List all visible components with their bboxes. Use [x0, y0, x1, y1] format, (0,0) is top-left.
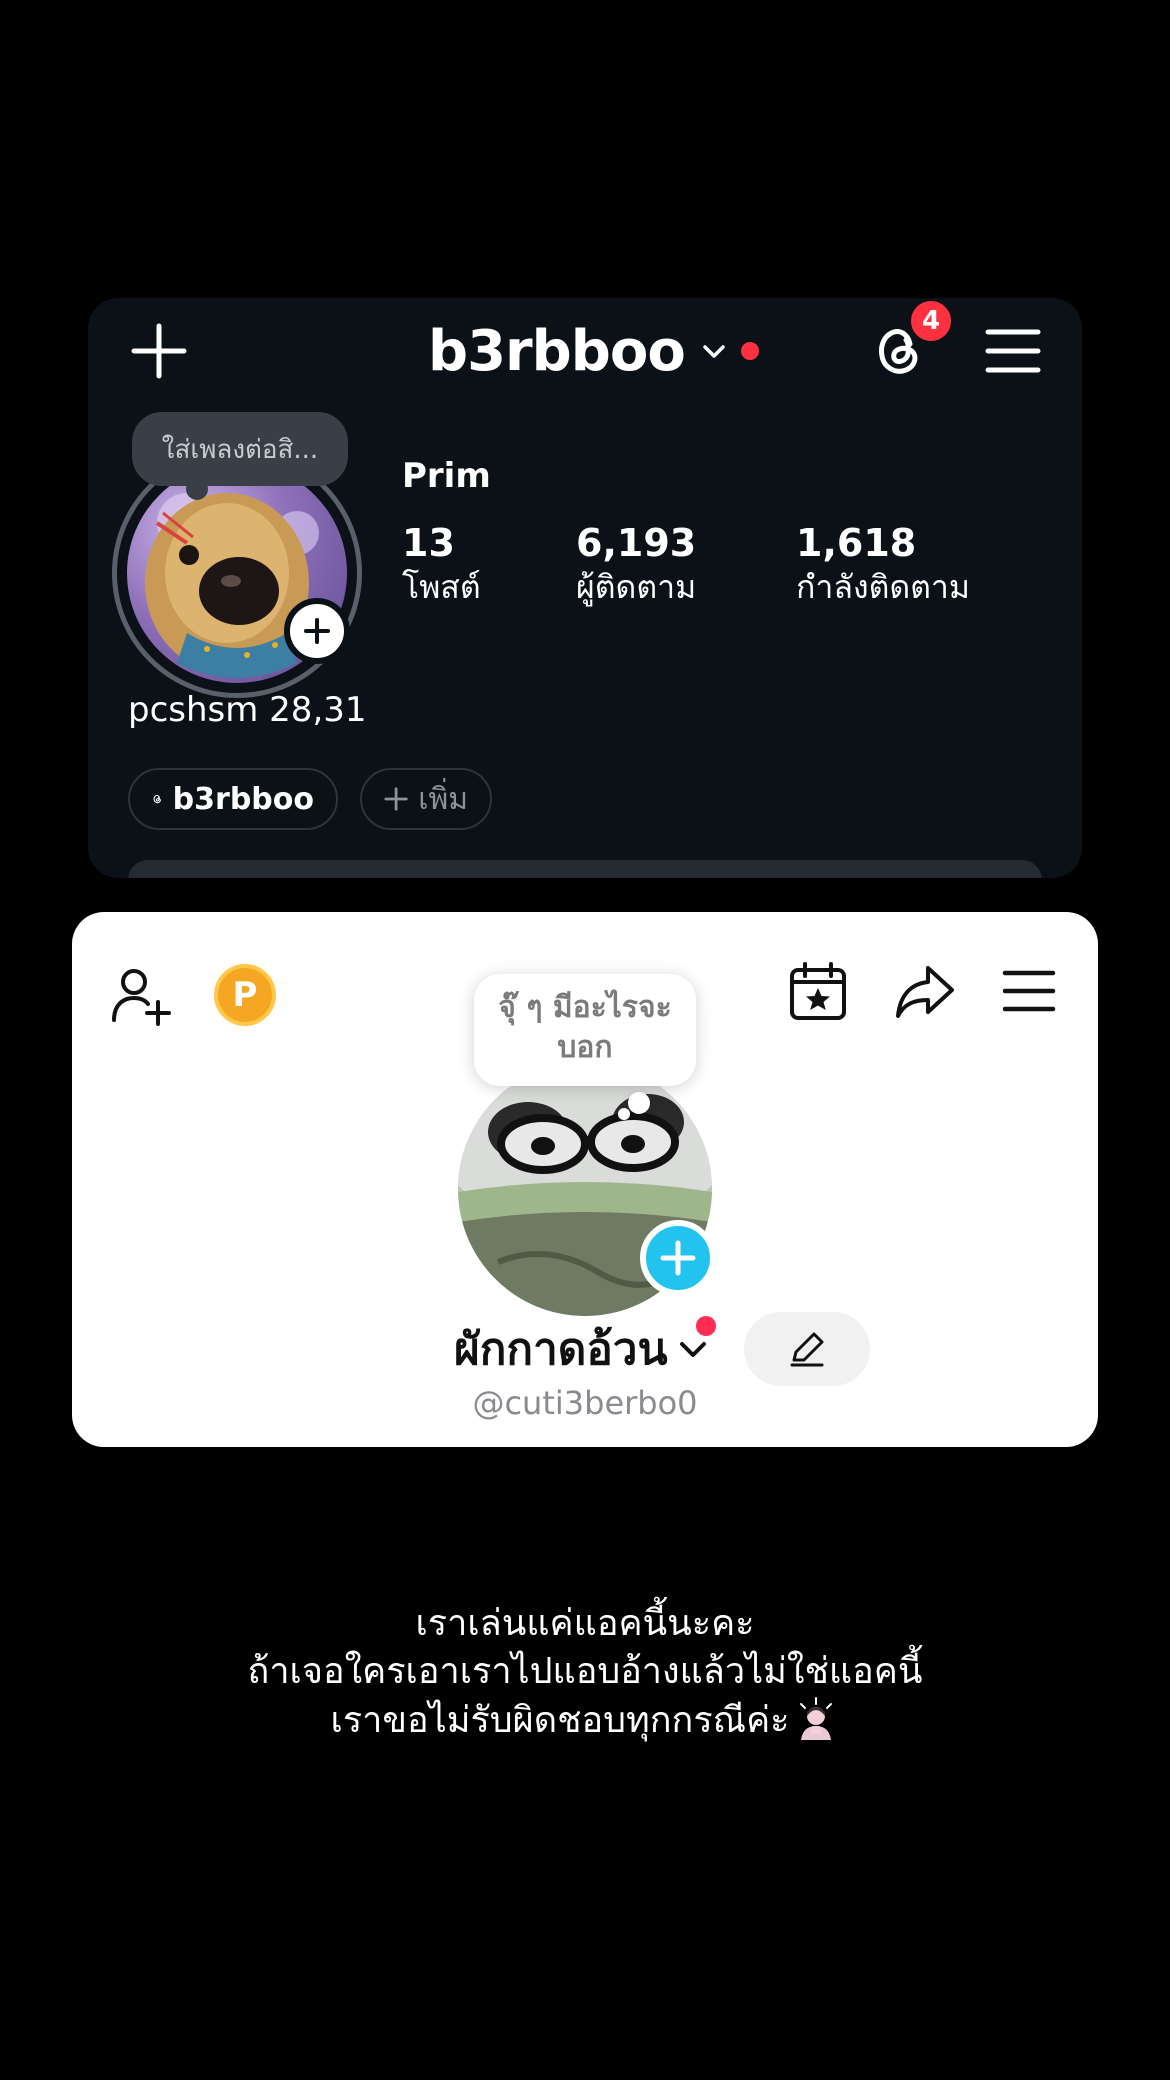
add-story-button[interactable] — [284, 598, 350, 664]
followers-stat[interactable]: 6,193 ผู้ติดตาม — [576, 520, 696, 608]
note-bubble[interactable]: จุ๊ ๆ มีอะไรจะบอก — [474, 974, 696, 1086]
chevron-down-icon — [703, 345, 725, 358]
share-icon[interactable] — [894, 962, 956, 1020]
pencil-icon — [790, 1332, 824, 1367]
add-friend-icon[interactable] — [110, 964, 174, 1028]
chevron-down-icon — [679, 1342, 706, 1357]
stat-value: 1,618 — [796, 521, 917, 565]
threads-icon — [153, 794, 161, 804]
plus-icon — [660, 1240, 696, 1276]
instagram-profile-card: b3rbboo 4 ใส่เพลงต่อสิ... Prim 13 โพสต์ … — [88, 298, 1082, 878]
stat-label: โพสต์ — [402, 568, 481, 606]
coin-icon[interactable]: P — [214, 964, 276, 1026]
profile-username: b3rbboo — [428, 318, 686, 384]
add-story-button[interactable] — [640, 1220, 716, 1296]
caption-text: เราเล่นแค่แอคนี้นะคะ ถ้าเจอใครเอาเราไปแอ… — [0, 1600, 1170, 1745]
display-name: Prim — [402, 456, 491, 496]
stat-value: 6,193 — [576, 521, 697, 565]
threads-chip-label: b3rbboo — [172, 781, 314, 817]
notification-badge: 4 — [908, 298, 954, 344]
stat-value: 13 — [402, 521, 455, 565]
caption-line: เราขอไม่รับผิดชอบทุกกรณีค่ะ — [330, 1700, 790, 1741]
stat-label: ผู้ติดตาม — [576, 568, 697, 606]
caption-line: เราเล่นแค่แอคนี้นะคะ — [415, 1603, 755, 1644]
stat-label: กำลังติดตาม — [796, 568, 970, 606]
following-stat[interactable]: 1,618 กำลังติดตาม — [796, 520, 970, 608]
tiktok-profile-card: P จุ๊ ๆ มีอะไรจะบอก ผักกาดอ้วน @cuti3ber… — [72, 912, 1098, 1447]
add-link-chip[interactable]: เพิ่ม — [360, 768, 492, 830]
hamburger-menu-icon[interactable] — [984, 326, 1042, 376]
posts-stat[interactable]: 13 โพสต์ — [402, 520, 481, 608]
plus-icon — [384, 787, 408, 811]
note-bubble-tail — [628, 1092, 650, 1114]
plus-icon — [304, 618, 330, 644]
note-bubble-tail — [618, 1108, 630, 1120]
account-switcher[interactable]: b3rbboo — [428, 316, 759, 386]
profile-handle: @cuti3berbo0 — [472, 1384, 698, 1422]
person-bowing-emoji-icon — [800, 1697, 833, 1740]
caption-line: ถ้าเจอใครเอาเราไปแอบอ้างแล้วไม่ใช่แอคนี้ — [247, 1651, 923, 1692]
caption-line-wrap: เราขอไม่รับผิดชอบทุกกรณีค่ะ — [0, 1696, 1170, 1745]
calendar-star-icon[interactable] — [788, 960, 848, 1022]
unread-dot — [696, 1316, 716, 1336]
threads-link-chip[interactable]: b3rbboo — [128, 768, 338, 830]
profile-display-name: ผักกาดอ้วน — [454, 1324, 668, 1375]
add-chip-label: เพิ่ม — [418, 781, 468, 817]
note-bubble[interactable]: ใส่เพลงต่อสิ... — [132, 412, 348, 500]
bio-text: pcshsm 28,31 — [128, 690, 367, 730]
edit-profile-bar[interactable] — [128, 860, 1042, 878]
create-plus-icon[interactable] — [128, 320, 190, 382]
hamburger-menu-icon[interactable] — [1002, 968, 1056, 1014]
unread-dot — [740, 342, 759, 360]
account-switcher[interactable]: ผักกาดอ้วน — [454, 1316, 710, 1382]
edit-profile-button[interactable] — [744, 1312, 870, 1386]
